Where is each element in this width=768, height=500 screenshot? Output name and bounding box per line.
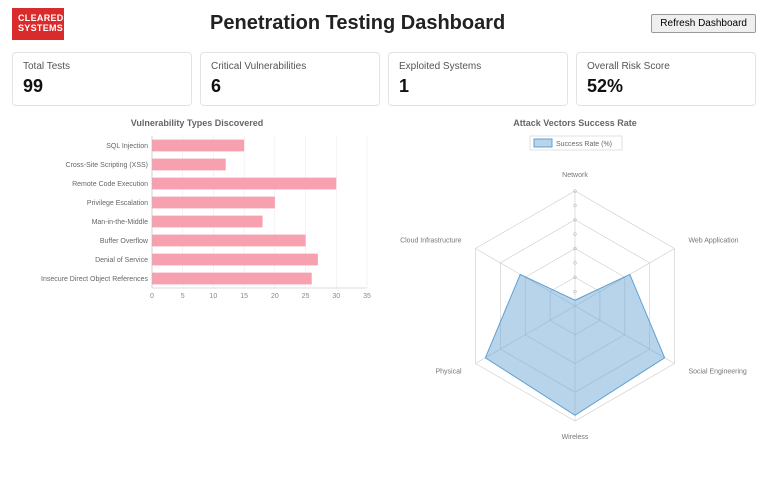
card-risk-score: Overall Risk Score 52% [576, 52, 756, 106]
svg-text:Cloud Infrastructure: Cloud Infrastructure [400, 237, 462, 244]
svg-text:10: 10 [210, 293, 218, 300]
card-value: 6 [211, 76, 369, 97]
svg-text:Network: Network [562, 172, 588, 179]
svg-text:35: 35 [363, 293, 371, 300]
page-title: Penetration Testing Dashboard [76, 12, 639, 35]
radar-chart-title: Attack Vectors Success Rate [390, 118, 760, 128]
svg-text:Physical: Physical [435, 368, 462, 375]
bar-chart-panel: Vulnerability Types Discovered 0 5 10 15 20 2… [12, 114, 382, 470]
card-label: Exploited Systems [399, 61, 557, 72]
card-total-tests: Total Tests 99 [12, 52, 192, 106]
brand-logo: CLEARED SYSTEMS [12, 8, 64, 40]
svg-text:20: 20 [271, 293, 279, 300]
svg-text:Social Engineering: Social Engineering [688, 368, 746, 375]
refresh-button[interactable]: Refresh Dashboard [651, 14, 756, 33]
card-label: Overall Risk Score [587, 61, 745, 72]
svg-text:SQL Injection: SQL Injection [106, 143, 148, 150]
logo-line2: SYSTEMS [18, 24, 58, 34]
card-value: 52% [587, 76, 745, 97]
bar-chart: 0 5 10 15 20 25 30 35 SQL Injection Cross-Site Sc… [12, 130, 382, 310]
svg-text:Denial of Service: Denial of Service [95, 257, 148, 264]
svg-text:Web Application: Web Application [688, 237, 738, 244]
svg-text:0: 0 [150, 293, 154, 300]
card-value: 99 [23, 76, 181, 97]
svg-text:Success Rate (%): Success Rate (%) [556, 141, 612, 148]
radar-chart-panel: Attack Vectors Success Rate Network Web A… [390, 114, 760, 470]
svg-text:Privilege Escalation: Privilege Escalation [87, 200, 148, 207]
card-critical-vulns: Critical Vulnerabilities 6 [200, 52, 380, 106]
summary-cards: Total Tests 99 Critical Vulnerabilities … [0, 48, 768, 114]
radar-chart: Network Web Application Social Engineering… [390, 130, 760, 470]
svg-text:25: 25 [302, 293, 310, 300]
svg-text:Man-in-the-Middle: Man-in-the-Middle [92, 219, 149, 226]
svg-text:15: 15 [240, 293, 248, 300]
card-value: 1 [399, 76, 557, 97]
svg-text:5: 5 [181, 293, 185, 300]
card-exploited-systems: Exploited Systems 1 [388, 52, 568, 106]
svg-text:Cross-Site Scripting (XSS): Cross-Site Scripting (XSS) [66, 162, 148, 169]
card-label: Critical Vulnerabilities [211, 61, 369, 72]
svg-text:Insecure Direct Object Referen: Insecure Direct Object References [41, 276, 148, 283]
svg-text:Wireless: Wireless [562, 434, 589, 441]
svg-text:Remote Code Execution: Remote Code Execution [72, 181, 148, 188]
card-label: Total Tests [23, 61, 181, 72]
svg-text:30: 30 [332, 293, 340, 300]
bar-chart-title: Vulnerability Types Discovered [12, 118, 382, 128]
svg-text:Buffer Overflow: Buffer Overflow [100, 238, 149, 245]
